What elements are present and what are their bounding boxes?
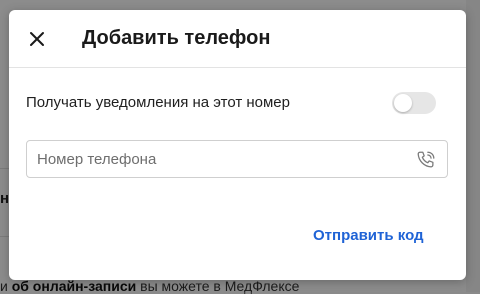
phone-field [26,140,448,178]
close-icon [30,32,44,46]
dialog-header: Добавить телефон [9,10,466,68]
add-phone-dialog: Добавить телефон Получать уведомления на… [9,10,466,280]
toggle-knob [394,94,412,112]
phone-input[interactable] [37,141,407,177]
send-code-button[interactable]: Отправить код [313,227,424,244]
notifications-row: Получать уведомления на этот номер [26,91,436,115]
dialog-title: Добавить телефон [82,27,271,49]
notifications-label: Получать уведомления на этот номер [26,94,290,111]
phone-icon [417,151,435,168]
close-button[interactable] [27,29,47,49]
notifications-toggle[interactable] [392,92,436,114]
